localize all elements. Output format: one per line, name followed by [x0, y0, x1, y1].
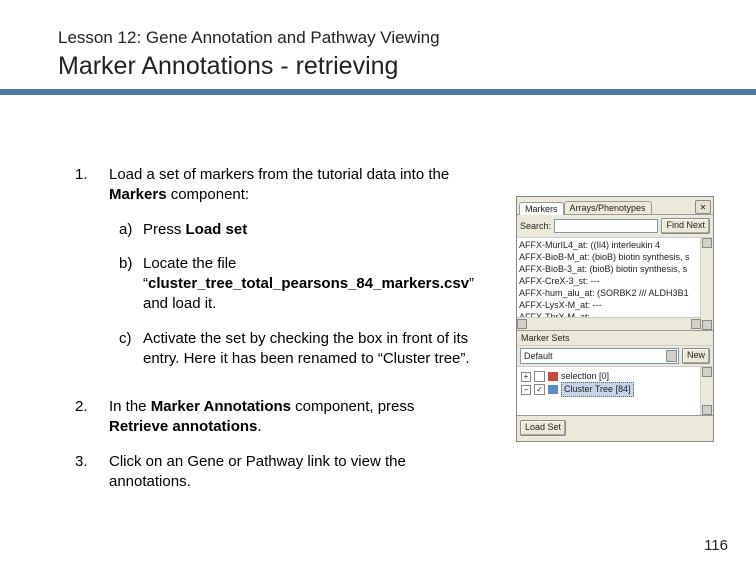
- marker-list[interactable]: AFFX-MurIL4_at: ((Il4) interleukin 4 AFF…: [517, 238, 713, 331]
- content-area: 1. Load a set of markers from the tutori…: [75, 165, 455, 506]
- tab-arrays-phenotypes[interactable]: Arrays/Phenotypes: [564, 201, 652, 214]
- step-1-pre: Load a set of markers from the tutorial …: [109, 166, 449, 183]
- sets-select-value: Default: [524, 351, 553, 361]
- page-number: 116: [704, 537, 728, 554]
- step-1-bold: Markers: [109, 186, 167, 203]
- sets-tree[interactable]: + selection [0] − ✓ Cluster Tree [84]: [517, 367, 713, 416]
- marker-row[interactable]: AFFX-BioB-M_at: (bioB) biotin synthesis,…: [519, 251, 711, 263]
- marker-row[interactable]: AFFX-LysX-M_at: ---: [519, 299, 711, 311]
- substep-a-letter: a): [109, 220, 143, 240]
- panel-tabs: Markers Arrays/Phenotypes ✕: [517, 197, 713, 215]
- panel-footer: Load Set: [517, 416, 713, 441]
- step-3-body: Click on an Gene or Pathway link to view…: [109, 452, 455, 493]
- step-number-1: 1.: [75, 165, 109, 383]
- step-1-body: Load a set of markers from the tutorial …: [109, 165, 474, 383]
- search-label: Search:: [520, 221, 551, 231]
- step-number-2: 2.: [75, 397, 109, 438]
- substep-c-letter: c): [109, 329, 143, 370]
- tab-markers[interactable]: Markers: [519, 202, 564, 215]
- tree-expander-icon[interactable]: +: [521, 372, 531, 382]
- step-2-bold2: Retrieve annotations: [109, 418, 257, 435]
- marker-row[interactable]: AFFX-CreX-3_st: ---: [519, 275, 711, 287]
- tree-scrollbar[interactable]: [700, 367, 713, 415]
- sets-row: Default New: [517, 346, 713, 367]
- set-icon: [548, 372, 558, 381]
- load-set-button[interactable]: Load Set: [520, 420, 566, 436]
- substep-a-pre: Press: [143, 221, 186, 238]
- step-2-body: In the Marker Annotations component, pre…: [109, 397, 455, 438]
- marker-row[interactable]: AFFX-BioB-3_at: (bioB) biotin synthesis,…: [519, 263, 711, 275]
- slide-title: Marker Annotations - retrieving: [58, 52, 756, 81]
- substep-a-bold: Load set: [186, 221, 248, 238]
- substep-a-body: Press Load set: [143, 220, 474, 240]
- markers-panel: Markers Arrays/Phenotypes ✕ Search: Find…: [516, 196, 714, 442]
- sets-select[interactable]: Default: [520, 348, 679, 364]
- step-2-bold1: Marker Annotations: [151, 398, 291, 415]
- title-divider: [0, 89, 756, 95]
- horizontal-scrollbar[interactable]: [517, 317, 701, 330]
- substep-b-letter: b): [109, 254, 143, 315]
- tree-row-cluster-tree[interactable]: − ✓ Cluster Tree [84]: [521, 383, 709, 396]
- step-2-mid: component, press: [291, 398, 414, 415]
- step-2-pre: In the: [109, 398, 151, 415]
- marker-sets-header: Marker Sets: [517, 331, 713, 346]
- lesson-label: Lesson 12: Gene Annotation and Pathway V…: [58, 28, 756, 48]
- substep-c-body: Activate the set by checking the box in …: [143, 329, 474, 370]
- vertical-scrollbar[interactable]: [700, 238, 713, 330]
- substep-b-body: Locate the file “cluster_tree_total_pear…: [143, 254, 474, 315]
- marker-row[interactable]: AFFX-hum_alu_at: (SORBK2 /// ALDH3B1: [519, 287, 711, 299]
- tree-checkbox[interactable]: [534, 371, 545, 382]
- search-input[interactable]: [554, 219, 658, 233]
- step-number-3: 3.: [75, 452, 109, 493]
- marker-row[interactable]: AFFX-MurIL4_at: ((Il4) interleukin 4: [519, 239, 711, 251]
- new-set-button[interactable]: New: [682, 348, 710, 364]
- close-button[interactable]: ✕: [695, 200, 711, 214]
- substep-b-bold: cluster_tree_total_pearsons_84_markers.c…: [148, 275, 469, 292]
- tree-checkbox-checked[interactable]: ✓: [534, 384, 545, 395]
- step-1-post: component:: [167, 186, 250, 203]
- tree-expander-icon[interactable]: −: [521, 385, 531, 395]
- set-icon: [548, 385, 558, 394]
- tree-label-cluster-tree: Cluster Tree [84]: [561, 382, 634, 397]
- search-row: Search: Find Next: [517, 215, 713, 238]
- find-next-button[interactable]: Find Next: [661, 218, 710, 234]
- step-2-post: .: [257, 418, 261, 435]
